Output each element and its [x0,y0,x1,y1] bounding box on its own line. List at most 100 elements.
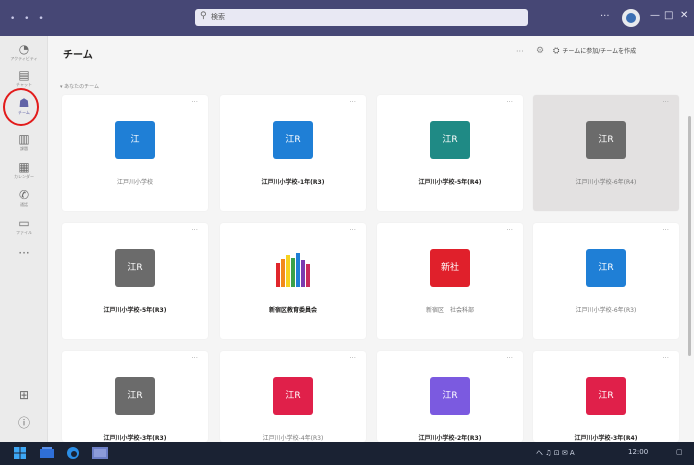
colored-pencils-image [276,253,310,287]
card-more-button[interactable]: ··· [349,354,356,362]
rail-item-calendar[interactable]: ▦ カレンダー [4,160,44,188]
main-pane: チーム ··· ⚙ ⛭ チームに参加/チームを作成 ▾ あなたのチーム ··· 江… [48,36,694,442]
teams-taskbar-icon[interactable] [92,447,108,459]
team-card[interactable]: ··· 江 江戸川小学校 [62,95,208,211]
team-add-icon: ⛭ [553,46,560,55]
apps-icon: ⊞ [18,388,30,402]
join-or-create-team-label: チームに参加/チームを作成 [562,48,637,55]
team-avatar: 新社 [430,249,470,287]
more-icon: ··· [18,246,30,260]
help-icon: ⓘ [17,416,30,430]
card-more-button[interactable]: ··· [349,226,356,234]
files-icon: ▭ [18,216,30,230]
card-more-button[interactable]: ··· [191,226,198,234]
window-menu-dots[interactable]: • • • [10,14,47,24]
team-card[interactable]: ··· 江R 江戸川小学校-1年(R3) [220,95,366,211]
team-card[interactable]: ··· 江R 江戸川小学校-4年(R3) [220,351,366,442]
title-bar: • • • ⚲ 検索 ··· — □ ✕ [0,0,694,36]
team-name: 新宿区教育委員会 [268,307,317,314]
phone-icon: ✆ [18,188,30,202]
header-more-button[interactable]: ··· [516,47,524,56]
maximize-button[interactable]: □ [664,10,673,21]
team-avatar: 江R [430,121,470,159]
rail-item-label: ファイル [16,230,32,235]
card-more-button[interactable]: ··· [349,98,356,106]
task-view-icon[interactable] [40,447,54,459]
user-avatar[interactable] [622,9,640,27]
team-avatar: 江R [115,377,155,415]
rail-item-label: 課題 [20,146,28,151]
bell-icon: ◔ [18,42,30,56]
vertical-scrollbar[interactable] [688,116,691,356]
more-options-button[interactable]: ··· [600,11,610,22]
team-avatar: 江R [586,249,626,287]
assignments-icon: ▥ [18,132,30,146]
rail-item-files[interactable]: ▭ ファイル [4,216,44,244]
page-title: チーム [63,50,93,61]
team-card[interactable]: ··· 江R 江戸川小学校-5年(R4) [377,95,523,211]
gear-icon[interactable]: ⚙ [536,46,544,56]
card-more-button[interactable]: ··· [191,354,198,362]
rail-item-calls[interactable]: ✆ 通話 [4,188,44,216]
team-avatar: 江R [430,377,470,415]
chat-icon: ▤ [18,68,30,82]
team-card[interactable]: ··· 江R 江戸川小学校-2年(R3) [377,351,523,442]
rail-item-label: カレンダー [14,174,34,179]
team-avatar: 江R [586,377,626,415]
close-button[interactable]: ✕ [680,10,688,21]
card-more-button[interactable]: ··· [506,98,513,106]
calendar-icon: ▦ [18,160,30,174]
team-name: 新宿区 社会科部 [425,307,474,314]
team-avatar: 江R [273,121,313,159]
team-name: 江戸川小学校-6年(R3) [575,307,637,314]
rail-item-help[interactable]: ⓘ [4,416,44,444]
clock[interactable]: 12:00 [628,448,648,456]
rail-item-label: 通話 [20,202,28,207]
team-card[interactable]: ··· 江R 江戸川小学校-3年(R3) [62,351,208,442]
team-card[interactable]: ··· 江R 江戸川小学校-3年(R4) [533,351,679,442]
card-more-button[interactable]: ··· [662,226,669,234]
team-avatar: 江R [586,121,626,159]
team-name: 江戸川小学校-2年(R3) [418,435,482,442]
your-teams-section-label[interactable]: ▾ あなたのチーム [60,83,99,90]
rail-item-activity[interactable]: ◔ アクティビティ [4,42,44,70]
team-card[interactable]: ··· 江R 江戸川小学校-6年(R3) [533,223,679,339]
card-more-button[interactable]: ··· [191,98,198,106]
team-name: 江戸川小学校-1年(R3) [261,179,325,186]
card-more-button[interactable]: ··· [662,98,669,106]
rail-item-assignments[interactable]: ▥ 課題 [4,132,44,160]
team-avatar: 江R [115,249,155,287]
system-tray[interactable]: へ ♫ ⊡ ✉ A [536,448,575,458]
rail-item-label: チャット [16,82,32,87]
rail-item-label: アクティビティ [10,56,38,61]
rail-item-apps[interactable]: ⊞ [4,388,44,416]
team-card[interactable]: ··· 江R 江戸川小学校-5年(R3) [62,223,208,339]
team-card[interactable]: ··· 新社 新宿区 社会科部 [377,223,523,339]
card-more-button[interactable]: ··· [506,354,513,362]
search-input[interactable]: ⚲ 検索 [195,9,528,26]
join-or-create-team-button[interactable]: ⛭ チームに参加/チームを作成 [553,46,636,60]
team-name: 江戸川小学校-5年(R3) [103,307,167,314]
team-avatar-image [273,249,313,287]
team-name: 江戸川小学校-3年(R3) [103,435,167,442]
red-highlight-circle [3,88,39,126]
search-icon: ⚲ [200,11,207,21]
team-card[interactable]: ··· 江R 江戸川小学校-6年(R4) [533,95,679,211]
windows-start-icon[interactable] [14,447,26,459]
team-name: 江戸川小学校-6年(R4) [575,179,637,186]
card-more-button[interactable]: ··· [662,354,669,362]
search-placeholder: 検索 [211,13,225,21]
team-avatar: 江R [273,377,313,415]
team-name: 江戸川小学校-5年(R4) [418,179,482,186]
edge-browser-icon[interactable] [66,447,80,459]
card-more-button[interactable]: ··· [506,226,513,234]
team-name: 江戸川小学校-4年(R3) [262,435,324,442]
team-name: 江戸川小学校 [116,179,153,186]
team-card[interactable]: ··· 新宿区教育委員会 [220,223,366,339]
windows-taskbar: へ ♫ ⊡ ✉ A 12:00 ▢ [0,442,694,465]
team-name: 江戸川小学校-3年(R4) [574,435,638,442]
teams-window: • • • ⚲ 検索 ··· — □ ✕ ◔ アクティビティ ▤ チャット ☗ … [0,0,694,465]
notification-icon[interactable]: ▢ [676,448,683,456]
rail-item-more[interactable]: ··· [4,246,44,274]
minimize-button[interactable]: — [650,10,660,21]
